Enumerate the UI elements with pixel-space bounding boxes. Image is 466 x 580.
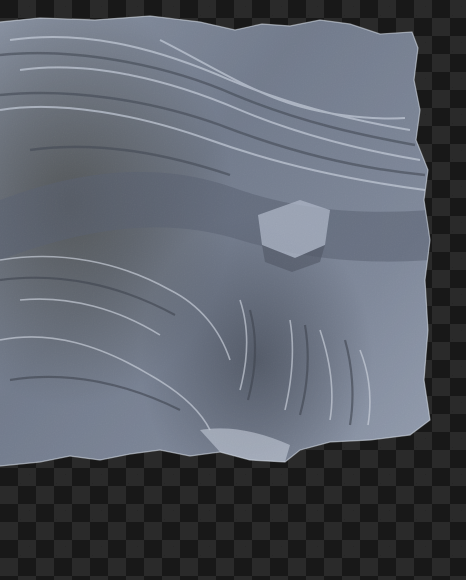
rock-surface — [0, 16, 430, 466]
image-canvas — [0, 0, 466, 580]
rock-slab-image — [0, 15, 431, 467]
